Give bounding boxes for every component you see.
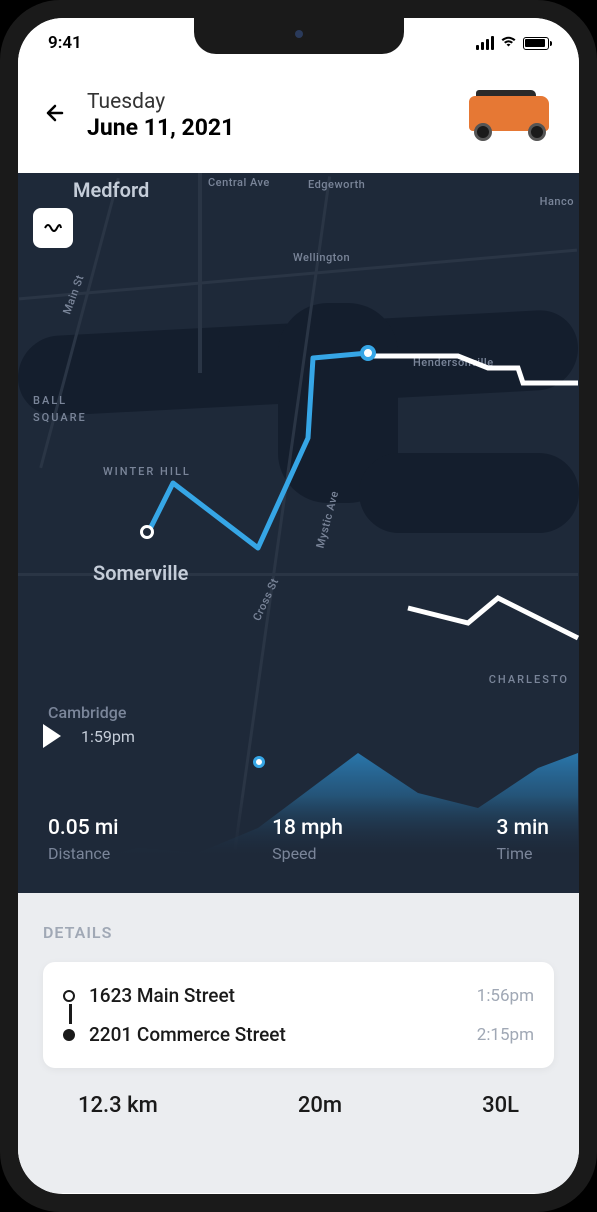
detail-start-row: 1623 Main Street 1:56pm xyxy=(63,984,534,1007)
battery-icon xyxy=(523,37,549,50)
playback-time: 1:59pm xyxy=(81,727,135,746)
start-time: 1:56pm xyxy=(477,986,534,1006)
signal-icon xyxy=(476,36,494,50)
stat-distance: 0.05 mi Distance xyxy=(48,816,119,863)
page-header: Tuesday June 11, 2021 xyxy=(18,68,579,173)
stats-row: 0.05 mi Distance 18 mph Speed 3 min Time xyxy=(18,796,579,893)
header-date: June 11, 2021 xyxy=(87,114,444,141)
chart-current-point xyxy=(253,756,265,768)
vehicle-image[interactable] xyxy=(464,88,554,143)
stat-time: 3 min Time xyxy=(497,816,550,863)
route-path xyxy=(18,173,578,673)
bottom-distance: 12.3 km xyxy=(78,1093,158,1118)
back-button[interactable] xyxy=(43,101,67,131)
end-address: 2201 Commerce Street xyxy=(89,1023,286,1046)
detail-end-row: 2201 Commerce Street 2:15pm xyxy=(63,1023,534,1046)
end-dot-icon xyxy=(63,1029,75,1041)
play-button[interactable] xyxy=(43,724,61,748)
bottom-fuel: 30L xyxy=(482,1093,519,1118)
details-section: DETAILS 1623 Main Street 1:56pm 2201 Com… xyxy=(18,893,579,1193)
wifi-icon xyxy=(500,34,517,53)
bottom-duration: 20m xyxy=(298,1093,342,1118)
end-time: 2:15pm xyxy=(477,1025,534,1045)
route-end-point xyxy=(360,345,376,361)
map-toggle-button[interactable] xyxy=(33,208,73,248)
map-view[interactable]: Medford Central Ave Edgeworth Hanco Well… xyxy=(18,173,579,893)
details-title: DETAILS xyxy=(43,923,554,942)
stat-speed: 18 mph Speed xyxy=(272,816,343,863)
map-label-charleston: CHARLESTO xyxy=(489,673,569,686)
start-dot-icon xyxy=(63,990,75,1002)
trip-details-card[interactable]: 1623 Main Street 1:56pm 2201 Commerce St… xyxy=(43,962,554,1068)
status-time: 9:41 xyxy=(48,33,82,53)
bottom-stats-row: 12.3 km 20m 30L xyxy=(43,1068,554,1118)
route-start-point xyxy=(140,525,154,539)
start-address: 1623 Main Street xyxy=(89,984,235,1007)
header-day: Tuesday xyxy=(87,90,444,114)
